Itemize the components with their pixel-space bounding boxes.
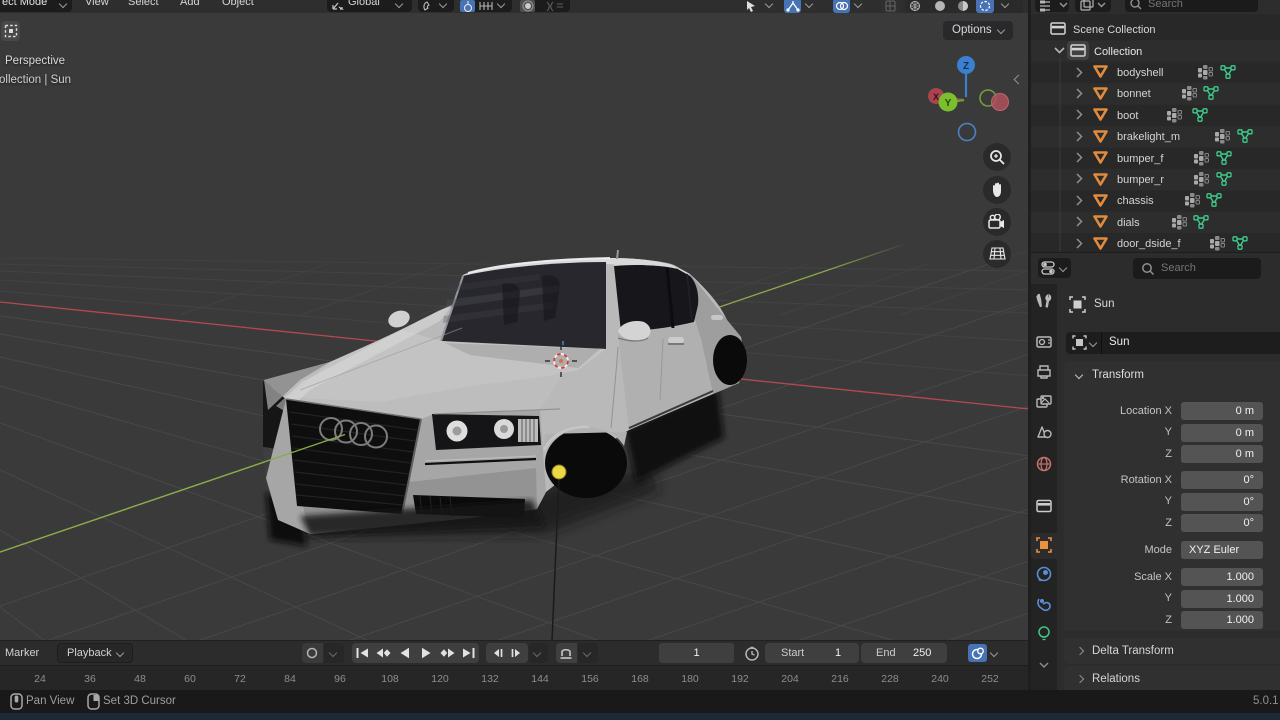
svg-text:bonnet: bonnet [1117, 88, 1151, 100]
svg-text:bodyshell: bodyshell [1117, 67, 1163, 79]
svg-text:chassis: chassis [1117, 195, 1154, 207]
svg-text:Collection: Collection [1094, 46, 1142, 58]
svg-text:Search: Search [1148, 0, 1183, 10]
svg-text:Z: Z [963, 61, 969, 72]
svg-text:bumper_r: bumper_r [1117, 174, 1164, 186]
svg-text:door_dside_f: door_dside_f [1117, 238, 1182, 250]
svg-text:dials: dials [1117, 217, 1140, 229]
svg-text:Y: Y [945, 98, 952, 109]
svg-text:bumper_f: bumper_f [1117, 153, 1164, 165]
svg-text:X: X [933, 92, 939, 102]
svg-text:Scene Collection: Scene Collection [1073, 24, 1156, 36]
svg-text:brakelight_m: brakelight_m [1117, 131, 1180, 143]
svg-text:boot: boot [1117, 110, 1138, 122]
